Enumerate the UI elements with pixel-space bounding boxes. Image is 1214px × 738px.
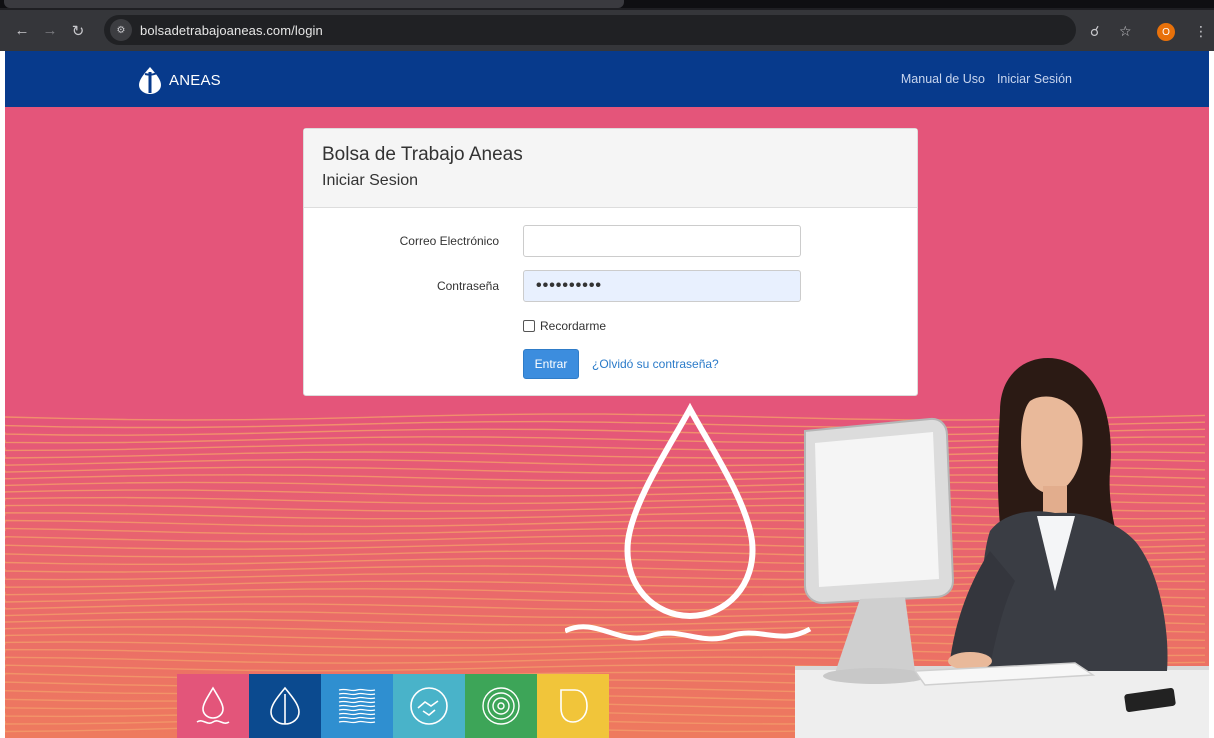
back-icon[interactable]: ←	[10, 19, 34, 43]
nav-link-login[interactable]: Iniciar Sesión	[997, 72, 1072, 86]
password-field[interactable]: ••••••••••	[523, 270, 801, 302]
email-row: Correo Electrónico	[304, 225, 919, 257]
target-rings-icon	[465, 674, 537, 738]
submit-button[interactable]: Entrar	[523, 349, 579, 379]
email-field[interactable]	[523, 225, 801, 257]
key-icon[interactable]: ☌	[1090, 23, 1099, 40]
panel-header: Bolsa de Trabajo Aneas Iniciar Sesion	[304, 129, 917, 208]
browser-chrome: ← → ↻ ⚙ bolsadetrabajoaneas.com/login ☌ …	[0, 0, 1214, 51]
woman-computer-illustration	[795, 358, 1209, 738]
brand[interactable]: ANEAS	[135, 65, 221, 95]
url-text[interactable]: bolsadetrabajoaneas.com/login	[140, 23, 323, 38]
leaf-drop-icon	[249, 674, 321, 738]
star-icon[interactable]: ☆	[1119, 23, 1132, 40]
nav-link-manual[interactable]: Manual de Uso	[901, 72, 985, 86]
brand-name: ANEAS	[169, 71, 221, 89]
remember-label: Recordarme	[540, 319, 607, 333]
browser-toolbar: ← → ↻ ⚙ bolsadetrabajoaneas.com/login ☌ …	[0, 10, 1214, 51]
page: ANEAS Manual de Uso Iniciar Sesión Bolsa…	[5, 51, 1209, 738]
waves-icon	[321, 674, 393, 738]
reload-icon[interactable]: ↻	[66, 19, 90, 43]
site-info-icon[interactable]: ⚙	[110, 19, 132, 41]
program-tiles	[177, 674, 609, 738]
active-tab[interactable]	[4, 0, 624, 8]
password-row: Contraseña ••••••••••	[304, 270, 919, 302]
handshake-icon	[393, 674, 465, 738]
drop-outline-icon	[537, 674, 609, 738]
panel-subtitle: Iniciar Sesion	[322, 172, 419, 189]
aneas-logo-icon	[139, 67, 161, 94]
password-label: Contraseña	[436, 279, 499, 293]
address-bar[interactable]: ⚙ bolsadetrabajoaneas.com/login	[104, 15, 1076, 45]
remember-me[interactable]: Recordarme	[523, 319, 606, 333]
profile-avatar[interactable]: O	[1157, 23, 1175, 41]
tab-strip	[0, 0, 1214, 8]
profile-initial: O	[1162, 26, 1170, 38]
water-drop-icon	[177, 674, 249, 738]
navbar: ANEAS Manual de Uso Iniciar Sesión	[5, 51, 1209, 107]
forgot-password-link[interactable]: ¿Olvidó su contraseña?	[592, 357, 719, 371]
panel-title: Bolsa de Trabajo Aneas	[322, 144, 523, 165]
menu-icon[interactable]: ⋮	[1194, 23, 1208, 40]
nav-links: Manual de Uso Iniciar Sesión	[901, 72, 1072, 86]
email-label: Correo Electrónico	[399, 234, 499, 248]
remember-checkbox[interactable]	[523, 320, 535, 332]
forward-icon[interactable]: →	[38, 19, 62, 43]
